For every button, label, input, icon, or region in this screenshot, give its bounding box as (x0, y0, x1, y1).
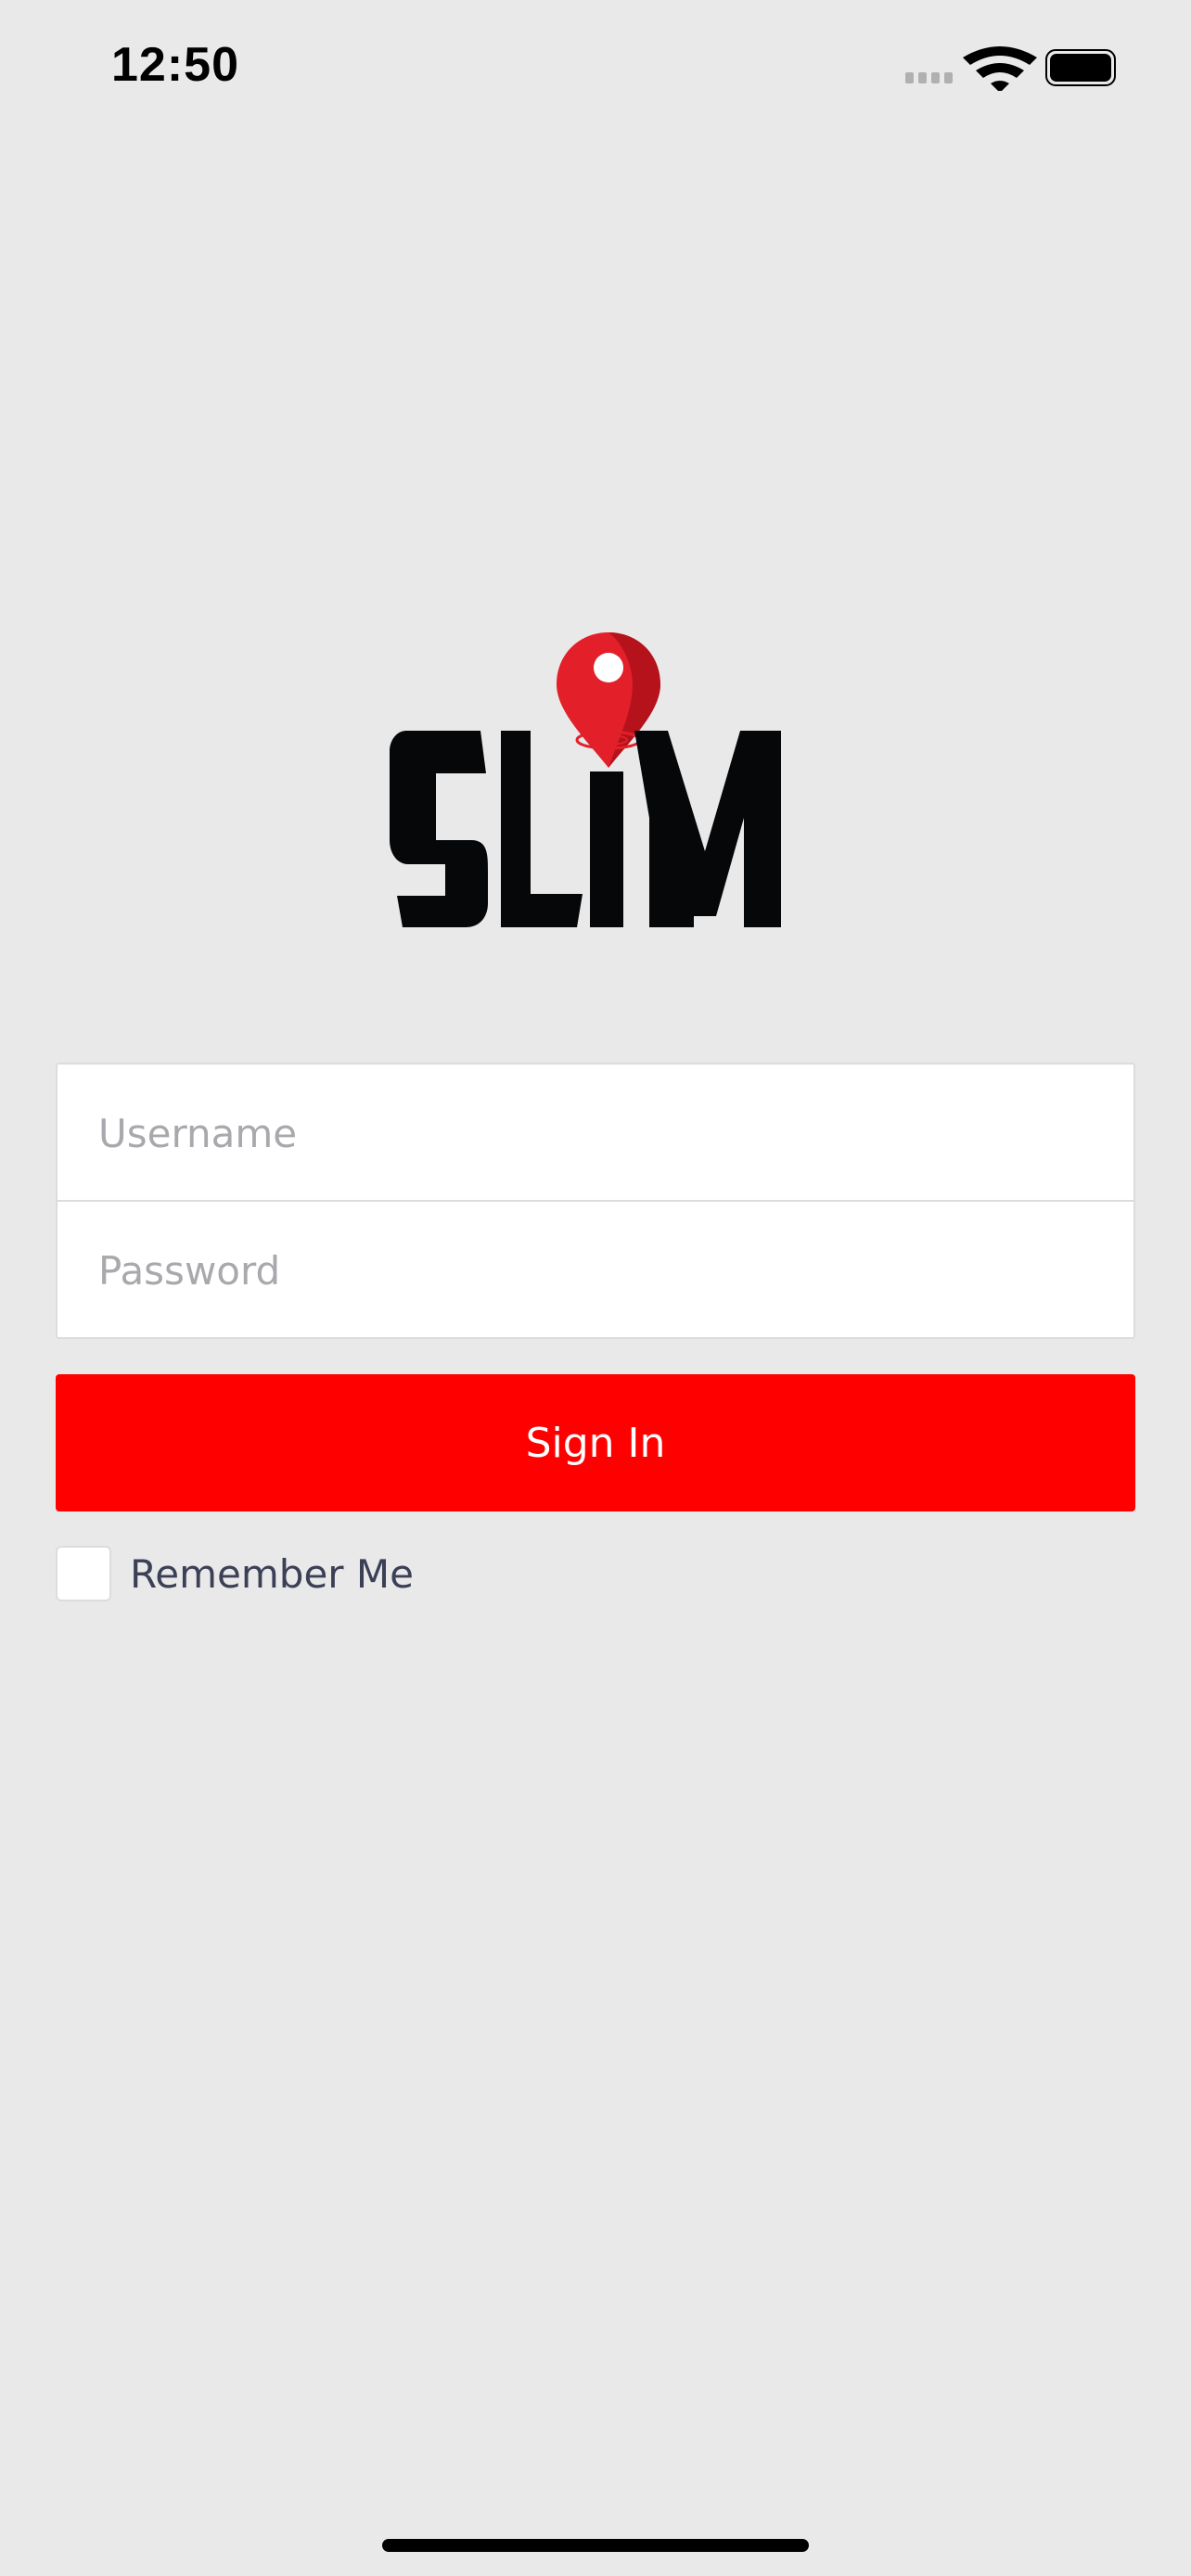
slim-logo (390, 632, 788, 935)
logo-letter-l (501, 731, 583, 927)
logo-letter-s (390, 731, 488, 927)
password-input[interactable] (58, 1202, 1133, 1339)
logo-letter-m (634, 731, 781, 927)
login-field-group (56, 1063, 1135, 1339)
remember-me-label[interactable]: Remember Me (130, 1551, 414, 1597)
sign-in-button[interactable]: Sign In (56, 1374, 1135, 1511)
status-icons (820, 45, 1117, 91)
slim-logo-svg (390, 632, 781, 927)
username-input[interactable] (58, 1065, 1133, 1202)
logo-letter-i (590, 772, 623, 927)
signal-icon (905, 72, 953, 83)
remember-me-row[interactable]: Remember Me (56, 1545, 414, 1602)
status-icons-svg (905, 46, 1116, 91)
home-indicator (382, 2539, 809, 2552)
remember-me-checkbox[interactable] (56, 1546, 111, 1601)
battery-icon (1045, 49, 1116, 86)
wifi-icon (963, 46, 1037, 91)
status-time: 12:50 (111, 38, 239, 92)
